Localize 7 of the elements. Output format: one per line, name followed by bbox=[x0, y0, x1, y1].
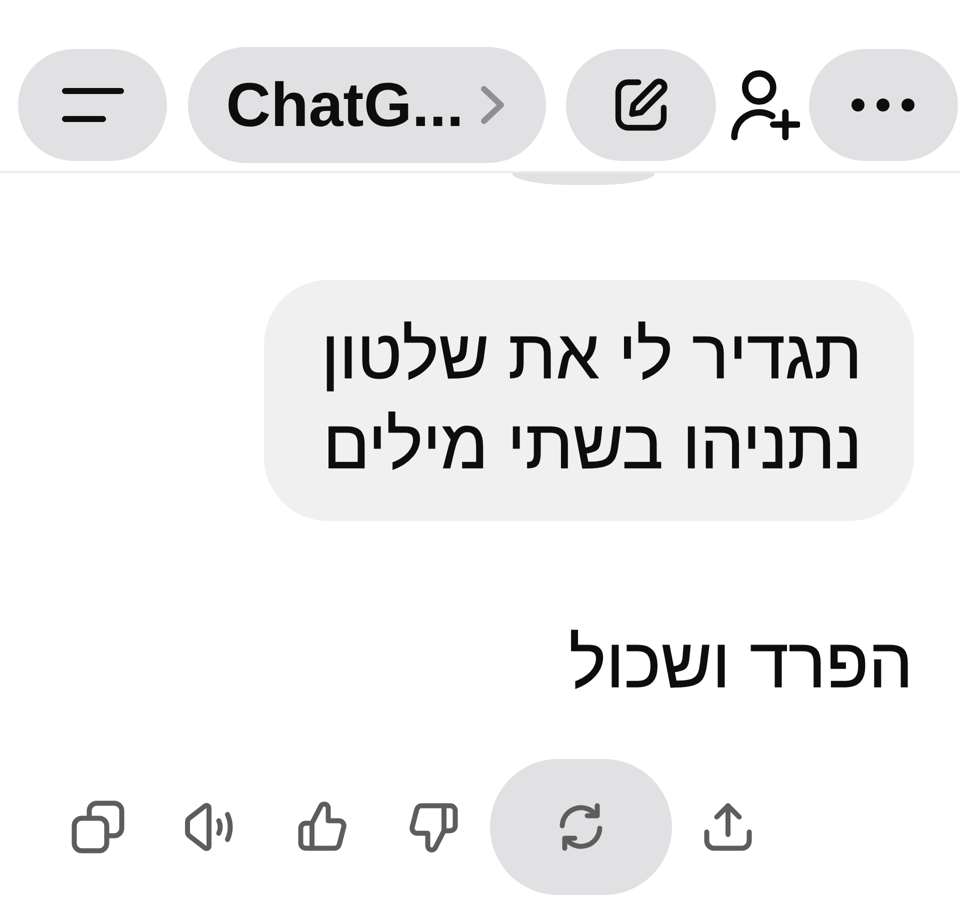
title-button[interactable]: ChatG... bbox=[188, 47, 546, 163]
more-icon bbox=[851, 98, 916, 112]
person-add-icon[interactable] bbox=[730, 68, 800, 142]
menu-icon bbox=[62, 87, 124, 123]
assistant-message: הפרד ושכול bbox=[568, 623, 914, 703]
user-message-bubble: תגדיר לי את שלטון נתניהו בשתי מילים bbox=[264, 280, 914, 521]
chevron-icon bbox=[480, 85, 506, 125]
